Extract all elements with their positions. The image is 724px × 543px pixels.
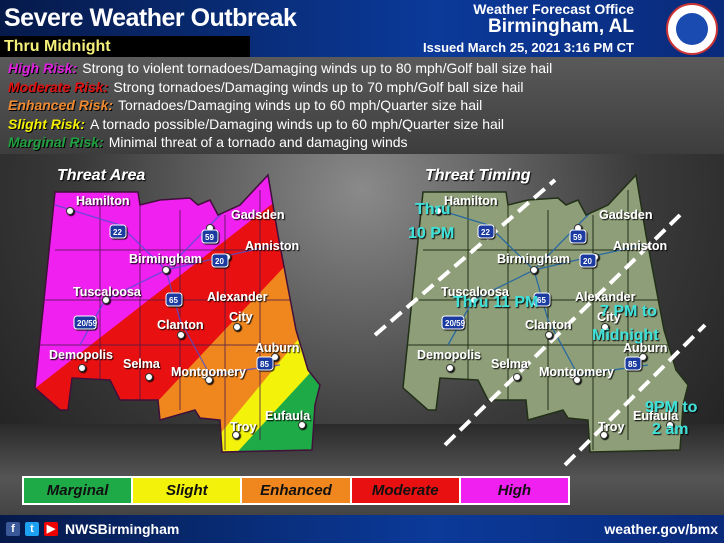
timing-label: 2 am bbox=[652, 421, 688, 438]
city-label-hamilton: Hamilton bbox=[444, 194, 497, 208]
interstate-number: 20 bbox=[215, 257, 224, 266]
city-label-gadsden: Gadsden bbox=[231, 208, 285, 222]
city-dot bbox=[298, 421, 306, 429]
threat-area-map bbox=[35, 175, 320, 452]
city-label-birmingham: Birmingham bbox=[129, 252, 202, 266]
city-dot bbox=[205, 376, 213, 384]
city-label-auburn: Auburn bbox=[255, 341, 299, 355]
interstate-number: 20 bbox=[583, 257, 592, 266]
city-label-demopolis: Demopolis bbox=[49, 348, 113, 362]
timing-label: Thru bbox=[415, 201, 451, 218]
interstate-number: 85 bbox=[260, 360, 269, 369]
city-label-city: City bbox=[229, 310, 253, 324]
legend-slight: Slight bbox=[133, 478, 243, 503]
legend-high: High bbox=[460, 478, 569, 503]
city-label-clanton: Clanton bbox=[525, 318, 572, 332]
youtube-icon[interactable]: ▶ bbox=[44, 522, 58, 536]
timing-label: Thru 11 PM bbox=[453, 294, 538, 311]
twitter-icon[interactable]: t bbox=[25, 522, 39, 536]
timing-label: 10 PM bbox=[408, 225, 454, 242]
interstate-number: 85 bbox=[628, 360, 637, 369]
city-label-alexander: Alexander bbox=[207, 290, 268, 304]
city-label-anniston: Anniston bbox=[613, 239, 667, 253]
interstate-number: 65 bbox=[169, 296, 178, 305]
timing-label: Midnight bbox=[592, 327, 659, 344]
interstate-number: 59 bbox=[205, 233, 214, 242]
social-handle[interactable]: NWSBirmingham bbox=[65, 521, 179, 537]
city-dot bbox=[162, 266, 170, 274]
interstate-number: 22 bbox=[113, 228, 122, 237]
city-dot bbox=[232, 431, 240, 439]
city-dot bbox=[513, 373, 521, 381]
risk-legend: Marginal Slight Enhanced Moderate High bbox=[22, 476, 570, 505]
city-dot bbox=[78, 364, 86, 372]
city-label-clanton: Clanton bbox=[157, 318, 204, 332]
city-label-alexander: Alexander bbox=[575, 290, 636, 304]
city-label-anniston: Anniston bbox=[245, 239, 299, 253]
threat-area-title: Threat Area bbox=[57, 167, 145, 184]
city-dot bbox=[545, 331, 553, 339]
city-dot bbox=[145, 373, 153, 381]
website-link[interactable]: weather.gov/bmx bbox=[604, 521, 718, 537]
legend-moderate: Moderate bbox=[351, 478, 461, 503]
city-label-demopolis: Demopolis bbox=[417, 348, 481, 362]
city-label-selma: Selma bbox=[491, 357, 529, 371]
city-dot bbox=[530, 266, 538, 274]
maps-svg: Hamilton Hamilton Gadsden Gadsden Anniston An… bbox=[34, 167, 707, 467]
city-dot bbox=[446, 364, 454, 372]
timing-label: 9PM to bbox=[645, 399, 698, 416]
city-label-hamilton: Hamilton bbox=[76, 194, 129, 208]
interstate-number: 65 bbox=[537, 296, 546, 305]
city-label-selma: Selma bbox=[123, 357, 161, 371]
legend-enhanced: Enhanced bbox=[242, 478, 352, 503]
legend-marginal: Marginal bbox=[24, 478, 134, 503]
interstate-number: 59 bbox=[573, 233, 582, 242]
city-label-birmingham: Birmingham bbox=[497, 252, 570, 266]
city-dot bbox=[102, 296, 110, 304]
city-dot bbox=[573, 376, 581, 384]
city-dot bbox=[600, 431, 608, 439]
threat-timing-title: Threat Timing bbox=[425, 167, 531, 184]
city-label-gadsden: Gadsden bbox=[599, 208, 653, 222]
city-dot bbox=[177, 331, 185, 339]
city-dot bbox=[233, 323, 241, 331]
city-dot bbox=[66, 207, 74, 215]
timing-label: 7 PM to bbox=[600, 303, 657, 320]
interstate-number: 22 bbox=[481, 228, 490, 237]
footer: f t ▶ NWSBirmingham weather.gov/bmx bbox=[0, 515, 724, 543]
interstate-number: 20/59 bbox=[445, 319, 466, 328]
interstate-number: 20/59 bbox=[77, 319, 98, 328]
facebook-icon[interactable]: f bbox=[6, 522, 20, 536]
city-label-eufaula: Eufaula bbox=[265, 409, 311, 423]
